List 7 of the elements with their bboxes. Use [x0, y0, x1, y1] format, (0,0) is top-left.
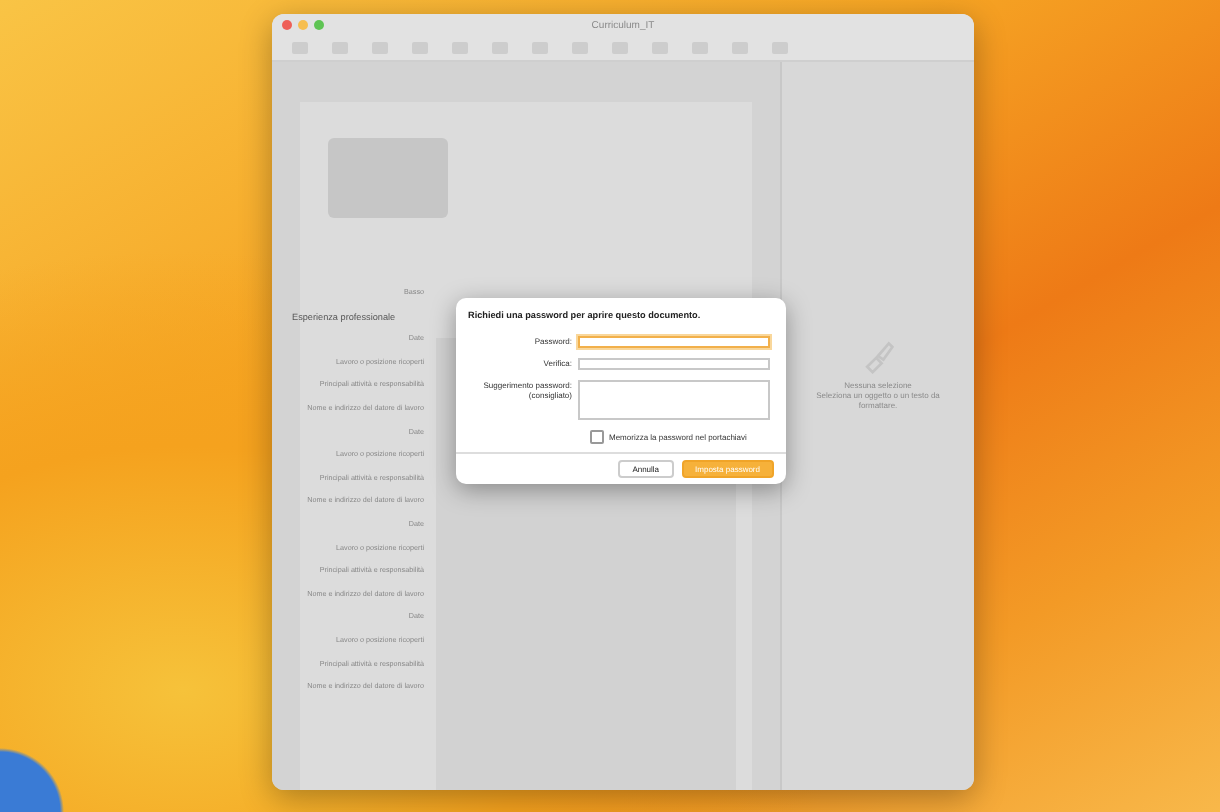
password-field[interactable]	[578, 358, 770, 370]
hint-field[interactable]	[578, 380, 770, 420]
password-field[interactable]	[578, 336, 770, 348]
minimize-button[interactable]	[298, 20, 308, 30]
checkbox[interactable]	[590, 430, 603, 443]
close-button[interactable]	[282, 20, 292, 30]
zoom-button[interactable]	[314, 20, 324, 30]
